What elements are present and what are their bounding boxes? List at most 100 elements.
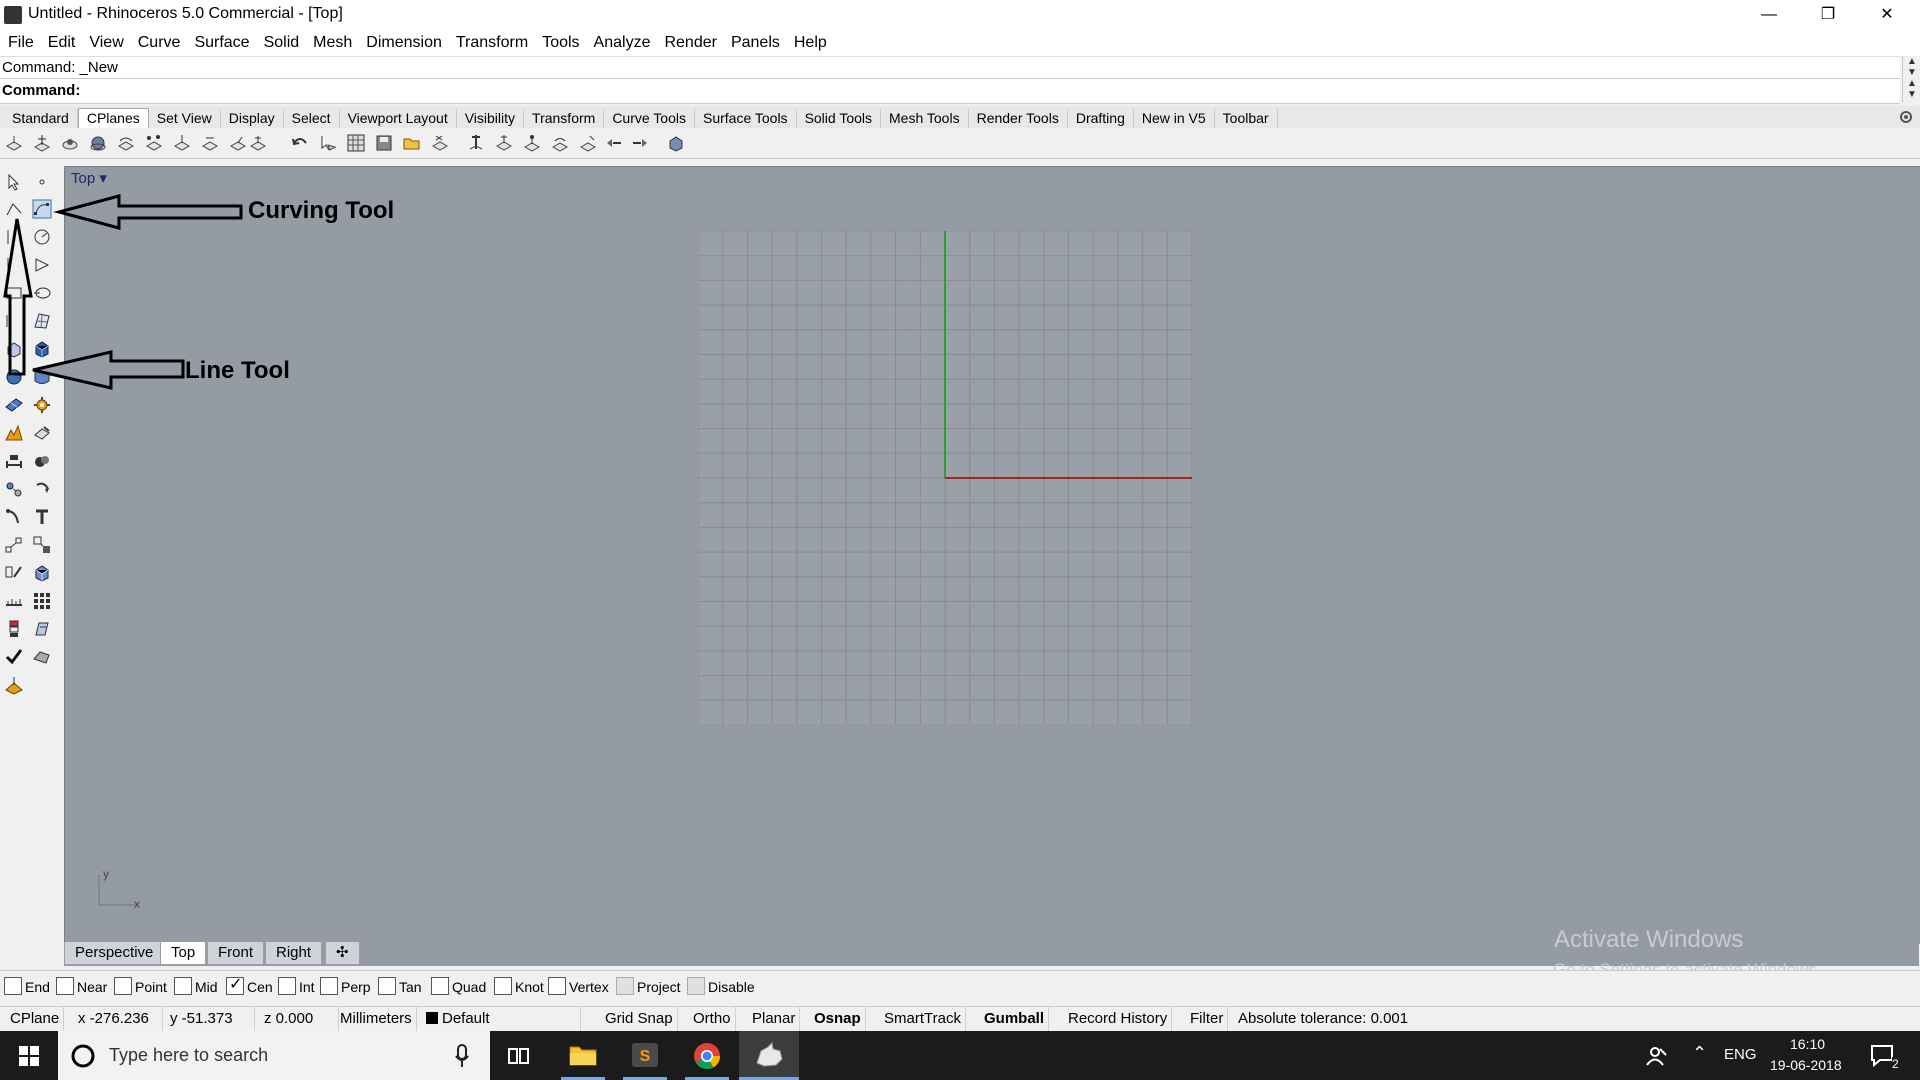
osnap-vertex[interactable]: Vertex — [548, 977, 609, 997]
trim-icon[interactable] — [32, 507, 52, 527]
menu-help[interactable]: Help — [787, 30, 834, 56]
planar-toggle[interactable]: Planar — [748, 1007, 801, 1031]
layer-icon[interactable] — [4, 619, 24, 639]
select-cplane-icon[interactable] — [318, 133, 338, 153]
menu-dimension[interactable]: Dimension — [359, 30, 449, 56]
analyze-icon[interactable] — [32, 647, 52, 667]
menu-tools[interactable]: Tools — [535, 30, 586, 56]
microphone-icon[interactable] — [454, 1044, 470, 1068]
smarttrack-toggle[interactable]: SmartTrack — [880, 1007, 966, 1031]
restore-button[interactable]: ❐ — [1799, 0, 1857, 30]
osnap-mid[interactable]: Mid — [174, 977, 218, 997]
drafting-icon[interactable] — [4, 675, 24, 695]
osnap-disable-checkbox[interactable] — [687, 977, 705, 995]
tab-drafting[interactable]: Drafting — [1068, 109, 1134, 128]
cplane-next-icon[interactable] — [630, 133, 650, 153]
tab-surface-tools[interactable]: Surface Tools — [695, 109, 797, 128]
array-icon[interactable] — [4, 535, 24, 555]
cplane-wizard-icon[interactable] — [430, 133, 450, 153]
osnap-int[interactable]: Int — [278, 977, 315, 997]
tray-date[interactable]: 19-06-2018 — [1770, 1057, 1842, 1073]
menu-render[interactable]: Render — [657, 30, 723, 56]
osnap-perp[interactable]: Perp — [320, 977, 371, 997]
tab-curve-tools[interactable]: Curve Tools — [604, 109, 695, 128]
open-cplane-icon[interactable] — [402, 133, 422, 153]
file-explorer-app[interactable] — [553, 1031, 613, 1080]
osnap-disable[interactable]: Disable — [687, 977, 755, 997]
tab-transform[interactable]: Transform — [524, 109, 605, 128]
osnap-mid-checkbox[interactable] — [174, 977, 192, 995]
view-tab-top[interactable]: Top — [160, 942, 207, 965]
ortho-toggle[interactable]: Ortho — [689, 1007, 736, 1031]
add-view-tab-button[interactable]: ✣ — [325, 942, 360, 965]
close-button[interactable]: ✕ — [1858, 0, 1916, 30]
tab-toolbar[interactable]: Toolbar — [1215, 109, 1278, 128]
windows-start-icon[interactable] — [19, 1046, 39, 1066]
view-tab-front[interactable]: Front — [207, 942, 265, 965]
explode-icon[interactable] — [4, 563, 24, 583]
osnap-point[interactable]: Point — [114, 977, 167, 997]
cplane-shift-icon[interactable] — [522, 133, 542, 153]
osnap-point-checkbox[interactable] — [114, 977, 132, 995]
rotate-icon[interactable] — [32, 479, 52, 499]
tray-time[interactable]: 16:10 — [1790, 1036, 1825, 1052]
osnap-knot[interactable]: Knot — [494, 977, 544, 997]
osnap-end[interactable]: End — [4, 977, 50, 997]
ruler-icon[interactable] — [4, 591, 24, 611]
viewport-top[interactable]: Top ▾ y x Curving Tool Line Tool — [3, 166, 1920, 944]
minimize-button[interactable]: — — [1740, 0, 1798, 30]
osnap-project-checkbox[interactable] — [616, 977, 634, 995]
osnap-tan-checkbox[interactable] — [378, 977, 396, 995]
osnap-toggle[interactable]: Osnap — [810, 1007, 866, 1031]
rhino-app[interactable] — [739, 1031, 799, 1080]
tab-solid-tools[interactable]: Solid Tools — [797, 109, 882, 128]
filter-toggle[interactable]: Filter — [1186, 1007, 1229, 1031]
gumball-toggle[interactable]: Gumball — [980, 1007, 1050, 1031]
join-icon[interactable] — [32, 563, 52, 583]
set-cplane-elevation-icon[interactable] — [466, 133, 486, 153]
cplane-grid-icon[interactable] — [494, 133, 514, 153]
named-cplanes-icon[interactable] — [346, 133, 366, 153]
fillet-icon[interactable] — [4, 507, 24, 527]
properties-icon[interactable] — [32, 619, 52, 639]
osnap-near-checkbox[interactable] — [56, 977, 74, 995]
history-scroll-arrows[interactable]: ▲ ▼ — [1902, 56, 1920, 78]
save-cplane-icon[interactable] — [374, 133, 394, 153]
transform-move-icon[interactable] — [4, 479, 24, 499]
osnap-cen[interactable]: Cen — [226, 975, 273, 997]
record-history-toggle[interactable]: Record History — [1064, 1007, 1173, 1031]
task-view-icon[interactable] — [508, 1045, 530, 1067]
gear-icon[interactable] — [1898, 109, 1914, 125]
osnap-int-checkbox[interactable] — [278, 977, 296, 995]
menu-panels[interactable]: Panels — [724, 30, 787, 56]
status-units[interactable]: Millimeters — [336, 1007, 417, 1031]
osnap-quad-checkbox[interactable] — [431, 977, 449, 995]
boolean-union-icon[interactable] — [32, 451, 52, 471]
osnap-near[interactable]: Near — [56, 977, 107, 997]
osnap-tan[interactable]: Tan — [378, 977, 422, 997]
menu-analyze[interactable]: Analyze — [587, 30, 658, 56]
view-tab-right[interactable]: Right — [265, 942, 323, 965]
language-indicator[interactable]: ENG — [1724, 1046, 1757, 1063]
osnap-knot-checkbox[interactable] — [494, 977, 512, 995]
view-tab-perspective[interactable]: Perspective — [64, 942, 165, 965]
taskbar-search[interactable]: Type here to search — [58, 1031, 490, 1080]
tab-mesh-tools[interactable]: Mesh Tools — [881, 109, 969, 128]
tab-viewport-layout[interactable]: Viewport Layout — [340, 109, 457, 128]
sublime-text-app[interactable]: S — [615, 1031, 675, 1080]
cplane-surface-icon[interactable] — [550, 133, 570, 153]
linear-dimension-icon[interactable] — [4, 451, 24, 471]
cplane-flip-icon[interactable] — [578, 133, 598, 153]
grid-points-icon[interactable] — [32, 591, 52, 611]
cplane-3d-view-icon[interactable] — [666, 133, 686, 153]
menu-transform[interactable]: Transform — [449, 30, 535, 56]
tray-chevron-up-icon[interactable]: ⌃ — [1692, 1043, 1707, 1064]
status-layer[interactable]: Default — [422, 1007, 581, 1031]
check-icon[interactable] — [4, 647, 24, 667]
tab-visibility[interactable]: Visibility — [457, 109, 525, 128]
tab-new-in-v5[interactable]: New in V5 — [1134, 109, 1215, 128]
command-spinner[interactable]: ▲ ▼ — [1902, 78, 1920, 102]
osnap-vertex-checkbox[interactable] — [548, 977, 566, 995]
dimension-icon[interactable] — [32, 423, 52, 443]
chrome-app[interactable] — [677, 1031, 737, 1080]
